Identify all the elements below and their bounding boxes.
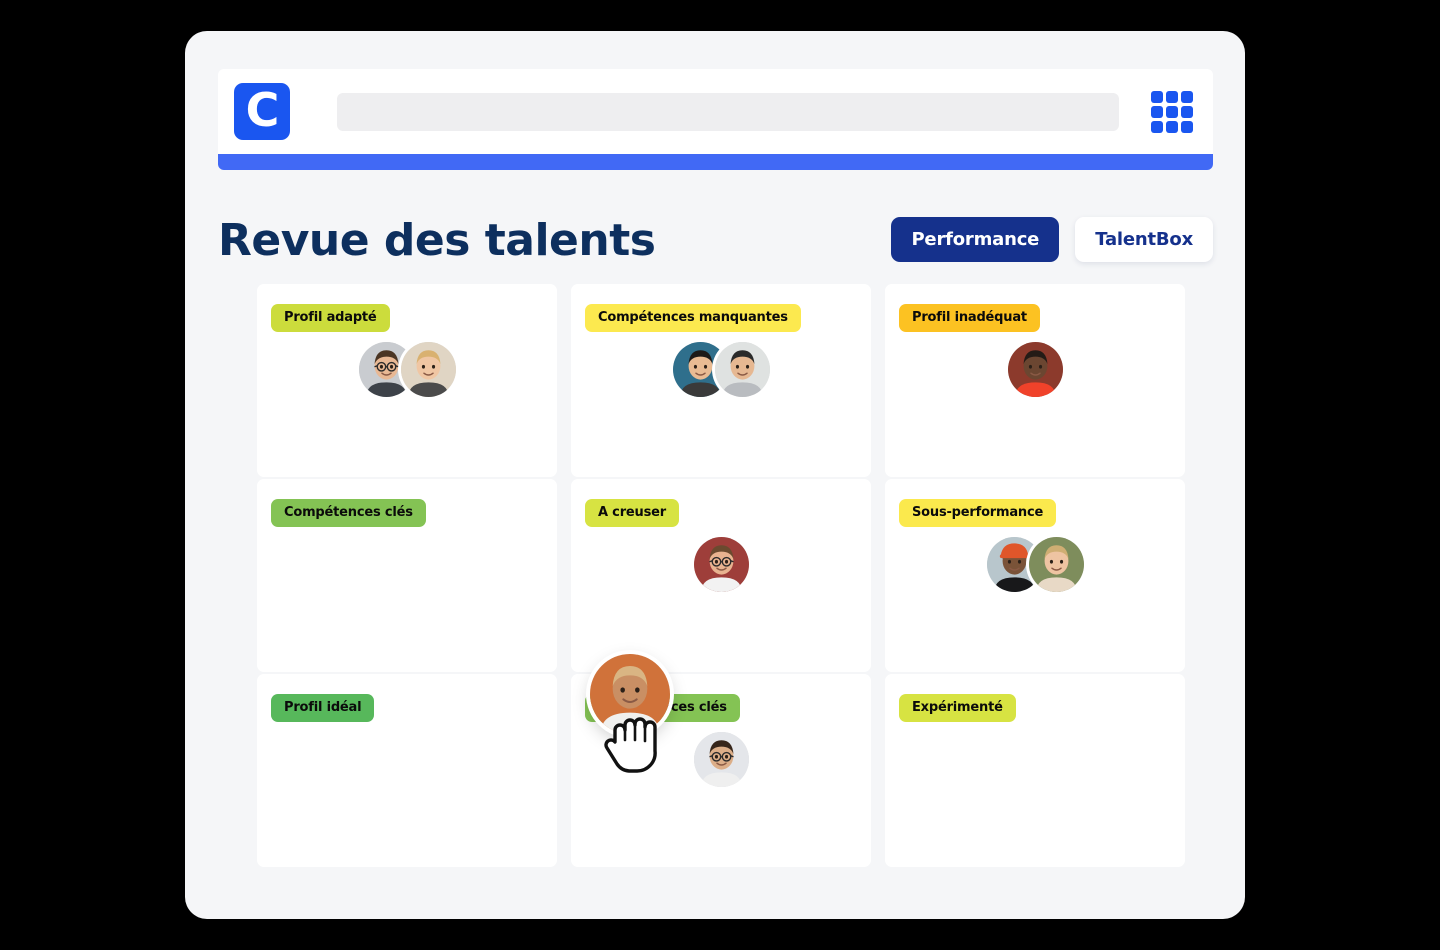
avatar-stack (571, 732, 871, 787)
talent-board-grid: Profil adapté Compétences manquantes Pro… (257, 284, 1187, 867)
category-badge: Profil idéal (271, 694, 375, 722)
category-badge: Sous-performance (899, 499, 1057, 527)
grid-dot (1181, 90, 1193, 103)
category-badge: Compétences clés (271, 499, 426, 527)
avatar-stack (885, 342, 1185, 397)
app-topbar: C (218, 69, 1213, 170)
topbar-accent-bar (218, 154, 1213, 170)
grid-dot (1181, 120, 1193, 133)
avatar-stack (885, 537, 1185, 592)
app-window: C Revue des talents Performance TalentBo… (185, 31, 1245, 919)
avatar-woman-blonde[interactable] (400, 342, 456, 397)
avatar-stack (571, 342, 871, 397)
avatar-man-cap[interactable] (714, 342, 770, 397)
page-header: Revue des talents Performance TalentBox (218, 209, 1213, 295)
avatar-man-glasses-smiling[interactable] (693, 537, 749, 592)
avatar-woman-blonde-outdoors[interactable] (1028, 537, 1084, 592)
dragged-avatar-card[interactable] (590, 654, 670, 734)
search-input[interactable] (337, 92, 1119, 131)
grid-dot (1166, 120, 1178, 133)
category-badge: Expérimenté (899, 694, 1016, 722)
talent-board-cell[interactable]: Profil adapté (257, 284, 557, 477)
talent-board-cell[interactable]: Compétences manquantes (571, 284, 871, 477)
category-badge: Compétences manquantes (585, 304, 801, 332)
grid-dot (1166, 105, 1178, 118)
talent-board-cell[interactable]: Compétences clés (257, 479, 557, 672)
view-toggle-group: Performance TalentBox (891, 217, 1213, 262)
avatar-man-glasses-curly[interactable] (693, 732, 749, 787)
talent-board-cell[interactable]: Profil idéal (257, 674, 557, 867)
avatar-stack (257, 342, 557, 397)
app-logo[interactable]: C (234, 83, 290, 140)
tab-talentbox[interactable]: TalentBox (1075, 217, 1213, 262)
avatar-stack (571, 537, 871, 592)
grid-dot (1166, 90, 1178, 103)
topbar-content: C (218, 69, 1213, 154)
grid-dot (1151, 120, 1163, 133)
category-badge: A creuser (585, 499, 679, 527)
grid-dot (1151, 105, 1163, 118)
logo-letter-c: C (245, 82, 280, 137)
page-title: Revue des talents (218, 215, 656, 266)
grid-dot (1151, 90, 1163, 103)
category-badge: Profil inadéquat (899, 304, 1040, 332)
talent-board-cell[interactable]: Profil inadéquat (885, 284, 1185, 477)
avatar-woman-red-top[interactable] (1007, 342, 1063, 397)
apps-grid-icon[interactable] (1149, 90, 1195, 133)
talent-board-cell[interactable]: A creuser (571, 479, 871, 672)
grid-dot (1181, 105, 1193, 118)
category-badge: Profil adapté (271, 304, 390, 332)
talent-board-cell[interactable]: Sous-performance (885, 479, 1185, 672)
talent-board-cell[interactable]: Expérimenté (885, 674, 1185, 867)
tab-performance[interactable]: Performance (891, 217, 1060, 262)
